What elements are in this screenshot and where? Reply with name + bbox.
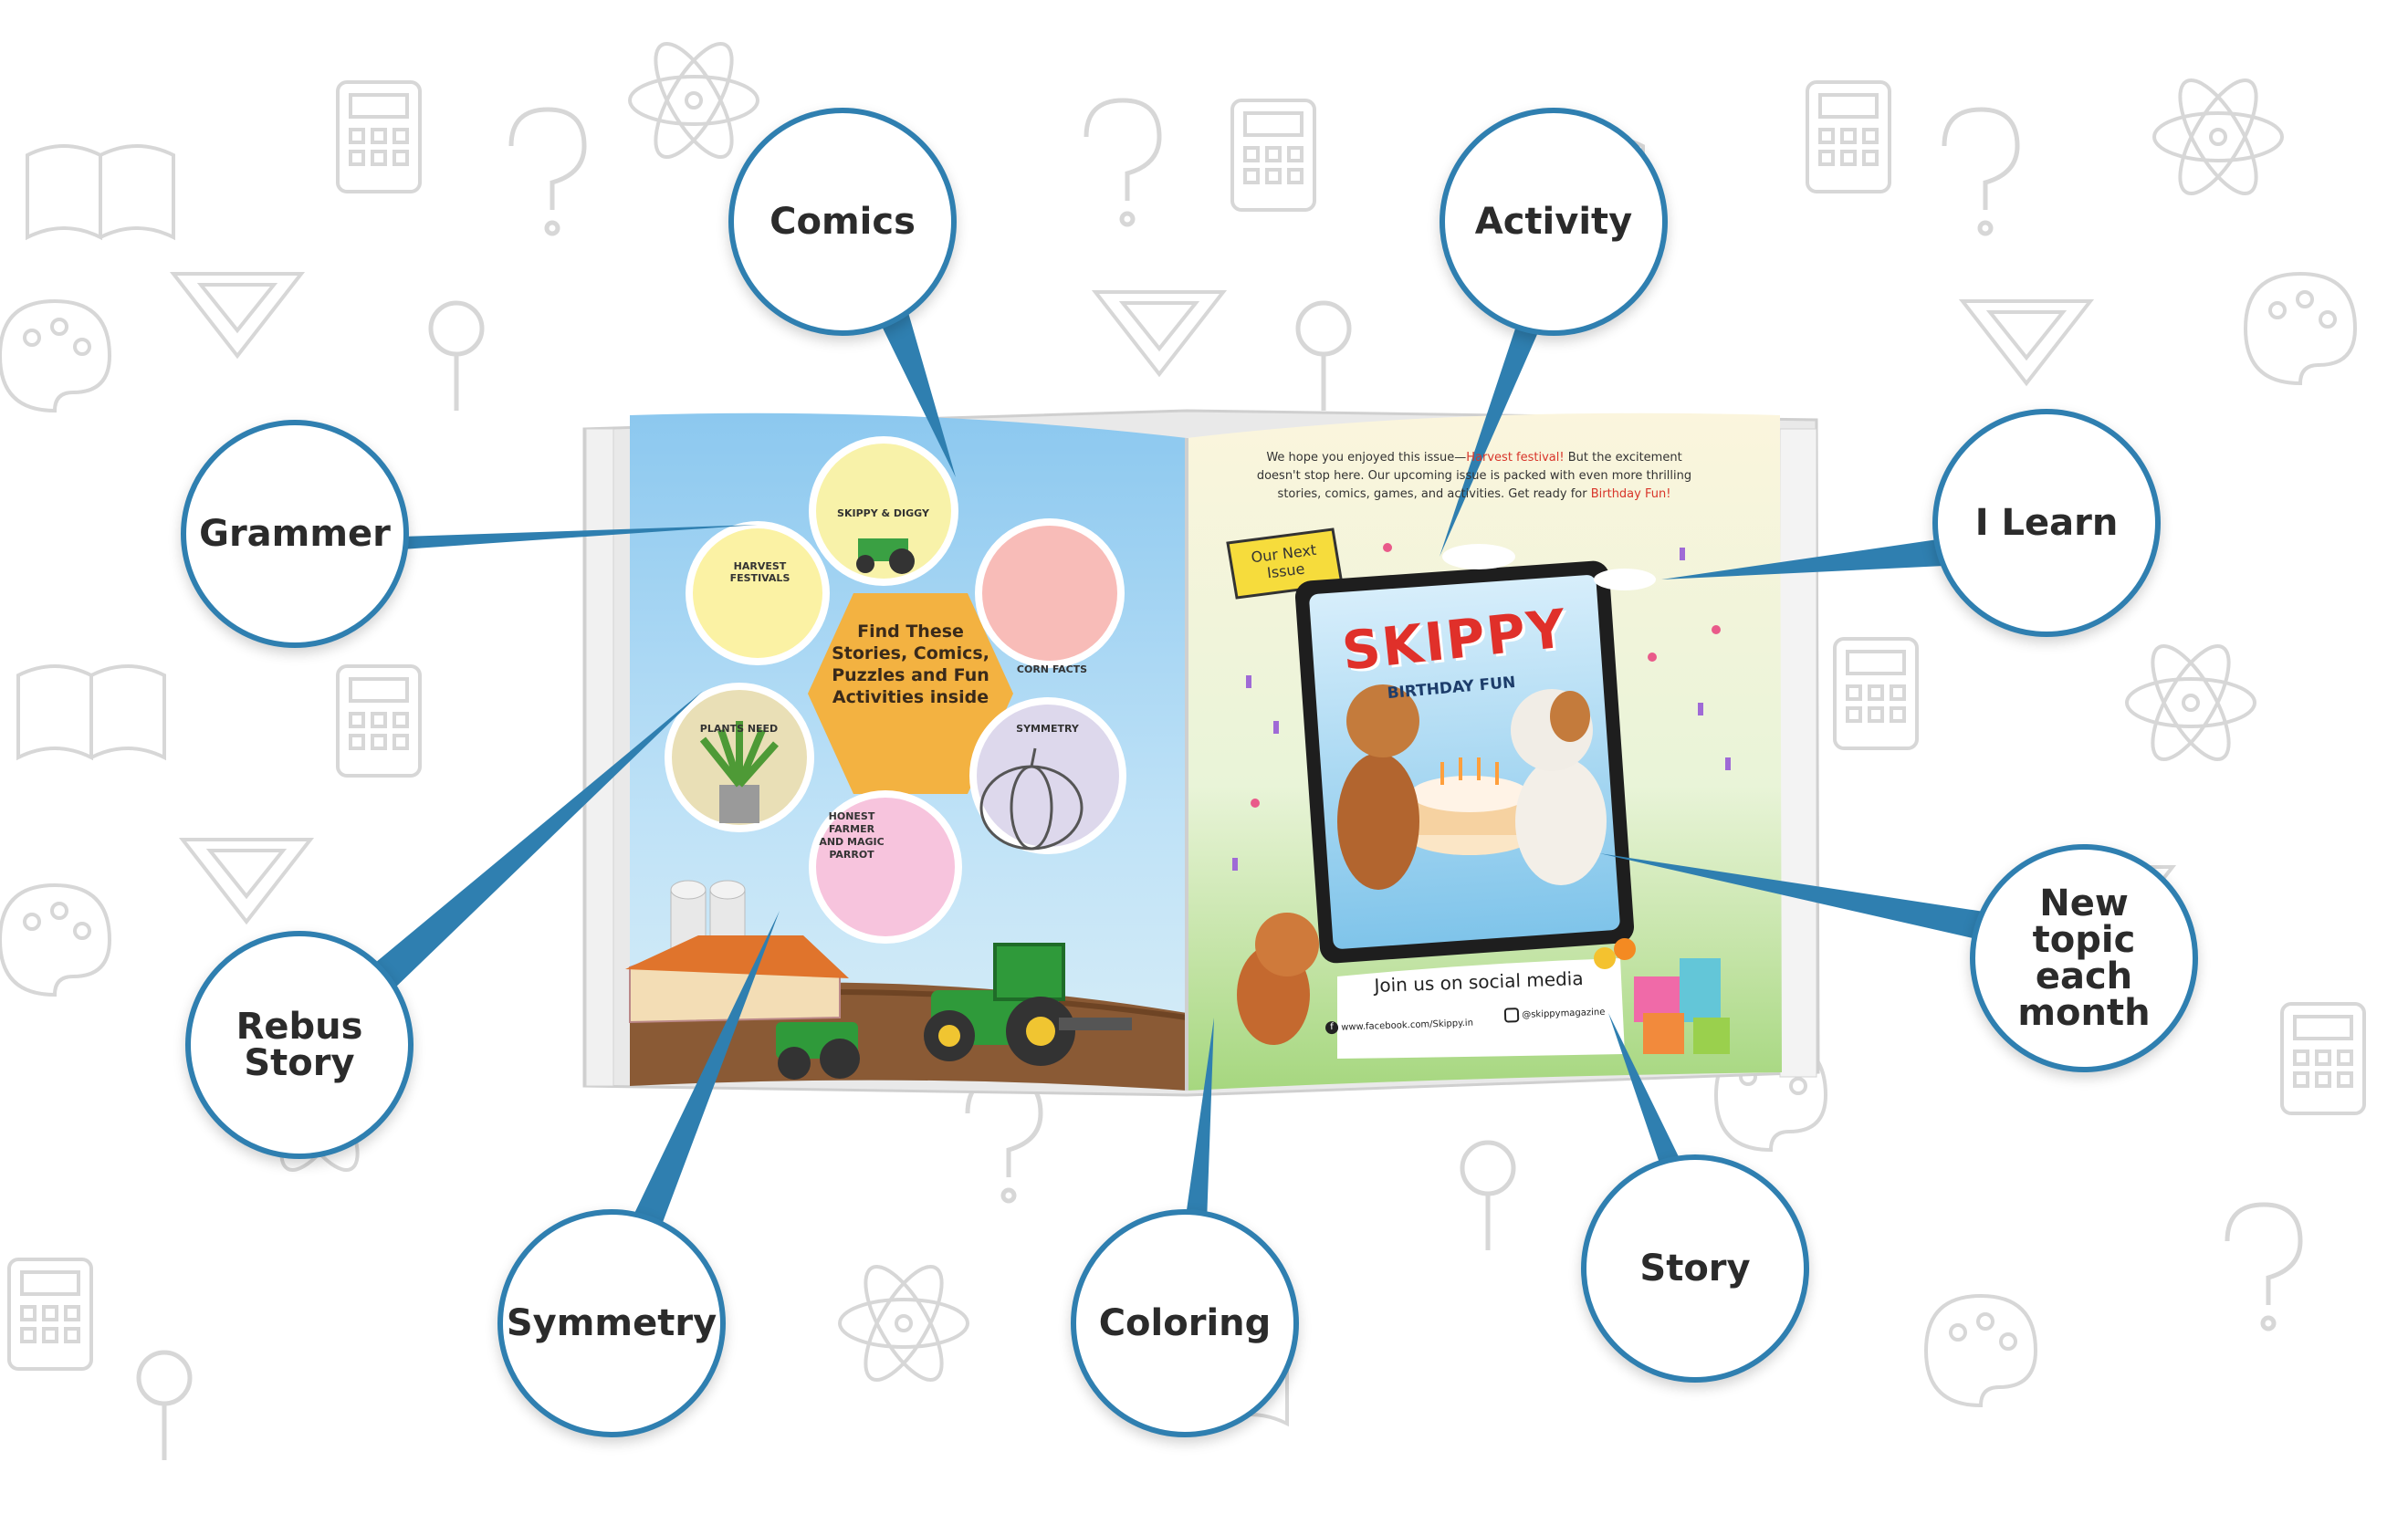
instagram-icon [1503,1008,1520,1023]
callout-comics-label: Comics [770,201,916,243]
callout-symmetry: Symmetry [497,1209,726,1437]
bubble-symmetry: SYMMETRY [1016,723,1079,735]
next-issue-intro: We hope you enjoyed this issue—Harvest f… [1246,449,1702,504]
callout-comics: Comics [728,108,957,336]
callout-rebus-story-label: Rebus Story [236,1006,363,1084]
intro-highlight-2: Birthday Fun! [1590,487,1671,501]
intro-highlight: Harvest festival! [1466,451,1565,465]
bubble-corn: CORN FACTS [1016,663,1088,675]
bubble-skippy-diggy: SKIPPY & DIGGY [837,507,929,519]
instagram-handle: @skippymagazine [1522,1007,1606,1020]
callout-grammer-label: Grammer [199,513,391,555]
callout-grammer: Grammer [181,420,409,648]
callout-activity-label: Activity [1474,201,1633,243]
callout-story: Story [1581,1154,1809,1383]
magazine-promo: Find These Stories, Comics, Puzzles and … [0,0,2408,1535]
callout-activity: Activity [1440,108,1668,336]
center-hexagon-text: Find These Stories, Comics, Puzzles and … [832,621,989,707]
callout-rebus-story: Rebus Story [185,931,414,1159]
callout-coloring: Coloring [1071,1209,1299,1437]
callout-ilearn-label: I Learn [1974,502,2119,544]
bubble-farmer: HONEST FARMER AND MAGIC PARROT [819,810,885,861]
callout-new-topic-label: New topic each month [2017,882,2151,1034]
bubble-harvest: HARVEST FESTIVALS [729,560,790,584]
callout-symmetry-label: Symmetry [506,1302,717,1344]
callout-story-label: Story [1639,1248,1751,1290]
facebook-icon: f [1324,1020,1339,1035]
intro-text-1: We hope you enjoyed this issue— [1266,451,1467,465]
callout-coloring-label: Coloring [1098,1302,1272,1344]
bubble-plants: PLANTS NEED [699,723,779,735]
callout-ilearn: I Learn [1932,409,2161,637]
callout-new-topic: New topic each month [1970,844,2198,1072]
